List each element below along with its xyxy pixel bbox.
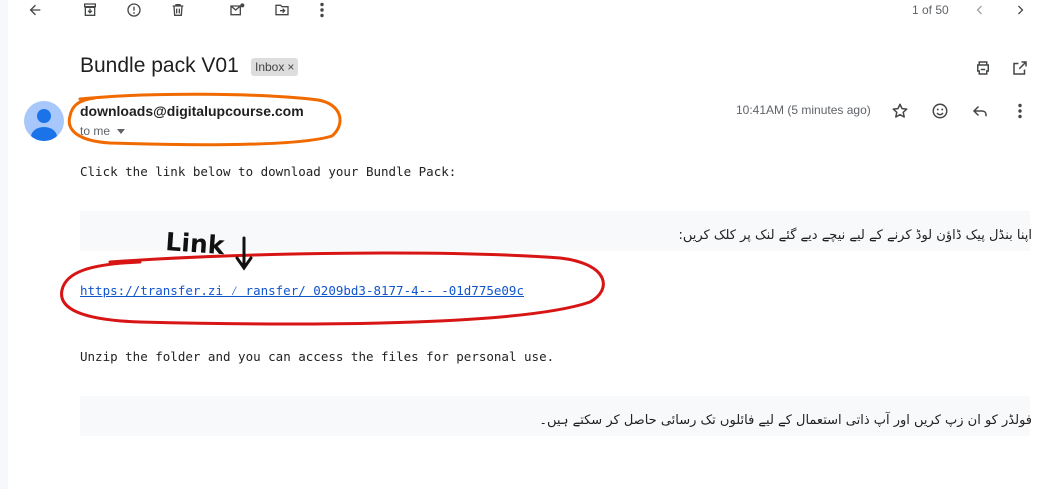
inbox-label-text: Inbox (255, 60, 285, 74)
reply-icon[interactable] (969, 100, 991, 122)
mark-unread-icon[interactable] (227, 0, 247, 20)
body-urdu-unzip-instruction: فولڈر کو ان زپ کریں اور آپ ذاتی استعمال … (539, 413, 1032, 428)
older-chevron-icon[interactable] (1010, 0, 1030, 20)
avatar (24, 101, 64, 141)
open-new-window-icon[interactable] (1009, 57, 1031, 79)
print-icon[interactable] (972, 57, 994, 79)
recipient-text: to me (80, 124, 111, 138)
pager-text: 1 of 50 (912, 3, 949, 17)
caret-down-icon[interactable] (117, 128, 126, 134)
sender-email[interactable]: downloads@digitalupcourse.com (80, 103, 304, 119)
download-link[interactable]: https://transfer.zi ⁄ ransfer/ 0209bd3-8… (80, 283, 524, 299)
report-spam-icon[interactable] (124, 0, 144, 20)
move-to-icon[interactable] (272, 0, 292, 20)
archive-icon[interactable] (80, 0, 100, 20)
body-urdu-download-instruction: اپنا بنڈل پیک ڈاؤن لوڈ کرنے کے لیے نیچے … (678, 228, 1032, 243)
more-vert-icon[interactable] (312, 0, 332, 20)
body-line-download-instruction: Click the link below to download your Bu… (80, 164, 457, 179)
message-timestamp: 10:41AM (5 minutes ago) (736, 103, 871, 117)
back-arrow-icon[interactable] (25, 0, 45, 20)
remove-label-button[interactable]: × (287, 60, 294, 74)
newer-chevron-icon[interactable] (970, 0, 990, 20)
delete-icon[interactable] (168, 0, 188, 20)
star-icon[interactable] (889, 100, 911, 122)
email-subject: Bundle pack V01 (80, 54, 239, 77)
left-edge-strip (0, 0, 8, 489)
body-line-unzip-instruction: Unzip the folder and you can access the … (80, 349, 555, 364)
inbox-label-badge: Inbox × (251, 58, 299, 76)
recipient-details[interactable]: to me (80, 124, 126, 138)
message-more-vert-icon[interactable] (1009, 100, 1031, 122)
emoji-reaction-icon[interactable] (929, 100, 951, 122)
